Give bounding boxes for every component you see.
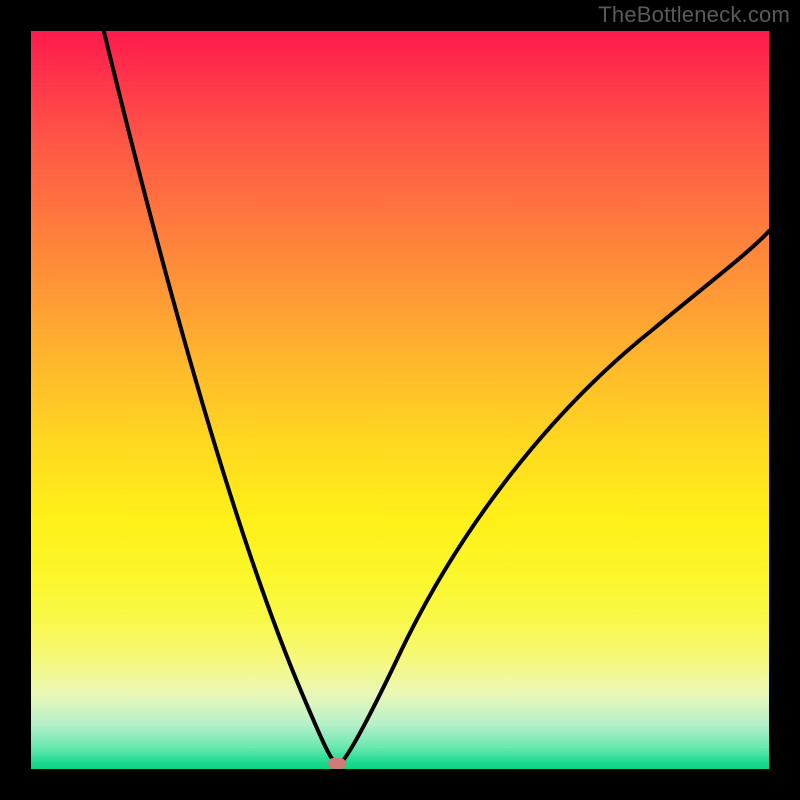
minimum-marker xyxy=(328,758,346,769)
plot-area xyxy=(31,31,769,769)
curve-svg xyxy=(31,31,769,769)
bottleneck-curve xyxy=(75,31,769,766)
watermark-text: TheBottleneck.com xyxy=(598,2,790,28)
chart-frame: TheBottleneck.com xyxy=(0,0,800,800)
